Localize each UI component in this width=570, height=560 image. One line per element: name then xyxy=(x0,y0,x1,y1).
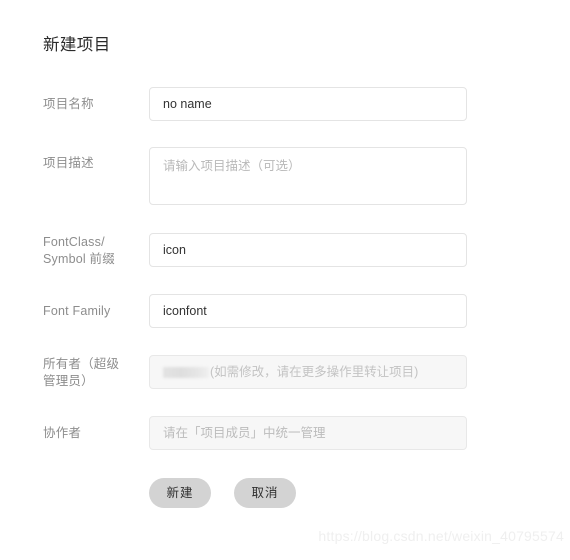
field-wrap-project-description xyxy=(149,147,467,205)
label-owner-line2: 管理员） xyxy=(43,374,94,388)
fontclass-prefix-input[interactable] xyxy=(149,233,467,267)
font-family-input[interactable] xyxy=(149,294,467,328)
label-fontclass-prefix-line1: FontClass/ xyxy=(43,235,105,249)
field-wrap-fontclass-prefix xyxy=(149,233,467,267)
label-fontclass-prefix: FontClass/ Symbol 前缀 xyxy=(43,234,143,268)
new-project-form-page: 新建项目 项目名称 项目描述 FontClass/ Symbol 前缀 Font… xyxy=(0,0,570,560)
owner-readonly-field: (如需修改，请在更多操作里转让项目) xyxy=(149,355,467,389)
project-name-input[interactable] xyxy=(149,87,467,121)
label-collaborators: 协作者 xyxy=(43,426,82,440)
label-project-name: 项目名称 xyxy=(43,97,94,111)
field-wrap-owner: (如需修改，请在更多操作里转让项目) xyxy=(149,355,467,389)
label-owner-line1: 所有者（超级 xyxy=(43,357,120,371)
create-button[interactable]: 新建 xyxy=(149,478,211,508)
field-wrap-collaborators xyxy=(149,416,467,450)
label-font-family: Font Family xyxy=(43,304,111,318)
owner-name-redacted xyxy=(163,366,209,378)
label-project-description: 项目描述 xyxy=(43,156,94,170)
collaborators-input xyxy=(149,416,467,450)
label-owner: 所有者（超级 管理员） xyxy=(43,356,143,390)
owner-transfer-hint: (如需修改，请在更多操作里转让项目) xyxy=(210,364,419,379)
project-description-textarea[interactable] xyxy=(149,147,467,205)
page-title: 新建项目 xyxy=(43,36,111,54)
label-fontclass-prefix-line2: Symbol 前缀 xyxy=(43,252,115,266)
form-action-buttons: 新建 取消 xyxy=(149,478,296,508)
field-wrap-project-name xyxy=(149,87,467,121)
field-wrap-font-family xyxy=(149,294,467,328)
cancel-button[interactable]: 取消 xyxy=(234,478,296,508)
watermark: https://blog.csdn.net/weixin_40795574 xyxy=(318,528,564,544)
